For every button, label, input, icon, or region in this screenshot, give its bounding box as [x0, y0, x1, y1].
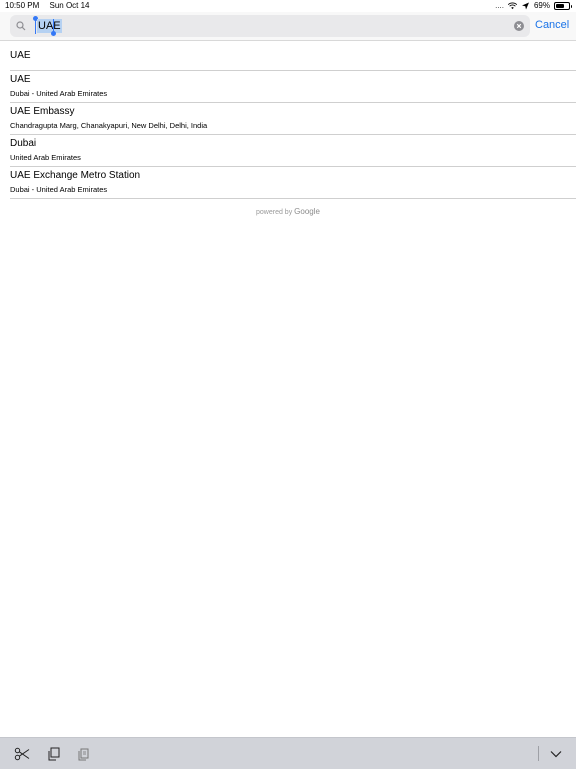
search-icon — [16, 21, 26, 31]
toolbar-divider — [538, 746, 539, 761]
result-title: UAE — [10, 50, 31, 61]
battery-fill — [556, 4, 565, 8]
result-row[interactable]: UAE Embassy Chandragupta Marg, Chanakyap… — [10, 103, 576, 135]
selection-handle-end[interactable] — [51, 31, 56, 36]
status-date: Sun Oct 14 — [49, 1, 90, 10]
signal-icon: .... — [495, 1, 504, 10]
paste-icon[interactable] — [76, 747, 92, 761]
result-row[interactable]: UAE Exchange Metro Station Dubai - Unite… — [10, 167, 576, 199]
result-subtitle: Chandragupta Marg, Chanakyapuri, New Del… — [10, 121, 208, 130]
result-subtitle: United Arab Emirates — [10, 153, 81, 162]
wifi-icon — [507, 2, 517, 10]
result-title: UAE Exchange Metro Station — [10, 170, 141, 181]
battery-percent: 69% — [533, 1, 550, 10]
location-arrow-icon — [521, 2, 529, 10]
result-row[interactable]: UAE Dubai - United Arab Emirates — [10, 71, 576, 103]
google-logo: Google — [294, 207, 320, 216]
chevron-down-icon[interactable] — [548, 747, 564, 761]
google-attribution: powered by Google — [0, 207, 576, 216]
status-time: 10:50 PM — [5, 1, 40, 10]
result-title: Dubai — [10, 138, 37, 149]
result-row[interactable]: Dubai United Arab Emirates — [10, 135, 576, 167]
scissors-icon[interactable] — [14, 747, 30, 761]
status-bar: 10:50 PM Sun Oct 14 .... 69% — [0, 0, 576, 12]
attribution-prefix: powered by — [256, 209, 293, 216]
result-title: UAE Embassy — [10, 106, 75, 117]
result-row[interactable]: UAE — [10, 41, 576, 71]
results-list: UAE UAE Dubai - United Arab Emirates UAE… — [0, 41, 576, 199]
cancel-button[interactable]: Cancel — [535, 18, 569, 32]
result-title: UAE — [10, 74, 31, 85]
status-left: 10:50 PM Sun Oct 14 — [5, 0, 98, 12]
search-header: UAE Cancel — [0, 12, 576, 41]
selection-line-start — [35, 19, 36, 34]
result-subtitle: Dubai - United Arab Emirates — [10, 89, 108, 98]
copy-icon[interactable] — [46, 747, 62, 761]
status-right: .... 69% — [495, 0, 572, 12]
keyboard-shortcut-bar — [0, 737, 576, 769]
clear-icon[interactable] — [514, 21, 524, 31]
result-subtitle: Dubai - United Arab Emirates — [10, 185, 108, 194]
search-input[interactable]: UAE — [37, 19, 62, 33]
search-field[interactable]: UAE — [10, 15, 530, 37]
battery-icon — [554, 2, 572, 10]
